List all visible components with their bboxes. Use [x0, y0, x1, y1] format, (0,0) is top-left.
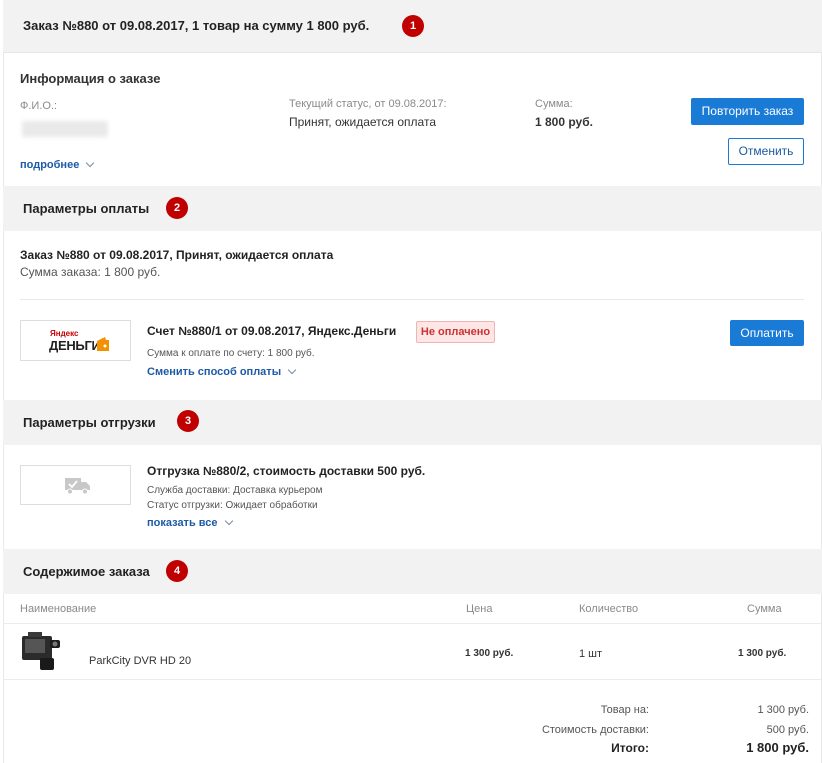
chevron-down-icon — [224, 516, 233, 526]
goods-total-value: 1 300 руб. — [757, 704, 809, 716]
contents-section-header: Содержимое заказа — [3, 549, 822, 594]
show-all-label: показать все — [147, 517, 218, 529]
pay-button[interactable]: Оплатить — [730, 320, 804, 346]
grand-total-value: 1 800 руб. — [746, 740, 809, 755]
table-header-divider — [3, 623, 822, 624]
shipment-service: Служба доставки: Доставка курьером — [147, 485, 323, 496]
product-qty: 1 шт — [579, 648, 603, 660]
col-header-sum: Сумма — [747, 603, 782, 615]
product-sum: 1 300 руб. — [738, 648, 787, 659]
product-name[interactable]: ParkCity DVR HD 20 — [89, 655, 191, 667]
contents-section-title: Содержимое заказа — [23, 564, 150, 579]
sum-value: 1 800 руб. — [535, 115, 593, 129]
order-header-title: Заказ №880 от 09.08.2017, 1 товар на сум… — [23, 18, 370, 33]
change-payment-method-link[interactable]: Сменить способ оплаты — [147, 365, 297, 378]
step-badge-2: 2 — [166, 197, 188, 219]
table-row-divider — [3, 679, 822, 680]
product-price: 1 300 руб. — [465, 648, 514, 659]
step-badge-1: 1 — [402, 15, 424, 37]
more-link-label: подробнее — [20, 159, 80, 171]
info-title: Информация о заказе — [20, 71, 161, 86]
col-header-name: Наименование — [20, 603, 97, 615]
payment-section-header: Параметры оплаты — [3, 186, 822, 231]
grand-total-label: Итого: — [611, 741, 649, 755]
show-all-link[interactable]: показать все — [147, 516, 233, 529]
delivery-cost-value: 500 руб. — [766, 724, 809, 736]
status-value: Принят, ожидается оплата — [289, 115, 436, 129]
more-link[interactable]: подробнее — [20, 158, 95, 171]
shipment-status: Статус отгрузки: Ожидает обработки — [147, 500, 318, 511]
shipment-section-title: Параметры отгрузки — [23, 415, 156, 430]
product-image — [22, 632, 60, 670]
wallet-icon — [97, 337, 109, 351]
truck-icon — [65, 478, 90, 495]
chevron-down-icon — [287, 365, 297, 375]
goods-total-label: Товар на: — [600, 704, 649, 716]
delivery-logo — [20, 465, 131, 505]
fio-label: Ф.И.О.: — [20, 100, 58, 112]
unpaid-status-badge: Не оплачено — [416, 321, 495, 343]
col-header-price: Цена — [466, 603, 493, 615]
change-method-label: Сменить способ оплаты — [147, 366, 282, 378]
col-header-qty: Количество — [579, 603, 639, 615]
payment-order-sum: Сумма заказа: 1 800 руб. — [20, 265, 161, 279]
invoice-sum: Сумма к оплате по счету: 1 800 руб. — [147, 348, 315, 359]
sum-label: Сумма: — [535, 98, 573, 110]
invoice-title: Счет №880/1 от 09.08.2017, Яндекс.Деньги — [147, 324, 397, 338]
delivery-cost-label: Стоимость доставки: — [541, 724, 649, 736]
payment-divider — [20, 299, 804, 300]
logo-bottom-text: ДЕНЬГИ — [49, 338, 101, 353]
yandex-money-logo: Яндекс ДЕНЬГИ — [20, 320, 131, 361]
payment-section-title: Параметры оплаты — [23, 201, 150, 216]
shipment-title: Отгрузка №880/2, стоимость доставки 500 … — [147, 464, 426, 478]
step-badge-4: 4 — [166, 560, 188, 582]
shipment-section-header: Параметры отгрузки — [3, 400, 822, 445]
repeat-order-button[interactable]: Повторить заказ — [691, 98, 804, 125]
status-label: Текущий статус, от 09.08.2017: — [289, 98, 447, 110]
logo-top-text: Яндекс — [50, 329, 79, 338]
fio-value-blurred — [22, 121, 108, 137]
chevron-down-icon — [86, 158, 95, 168]
cancel-order-button[interactable]: Отменить — [728, 138, 804, 165]
step-badge-3: 3 — [177, 410, 199, 432]
payment-order-line: Заказ №880 от 09.08.2017, Принят, ожидае… — [20, 248, 334, 262]
